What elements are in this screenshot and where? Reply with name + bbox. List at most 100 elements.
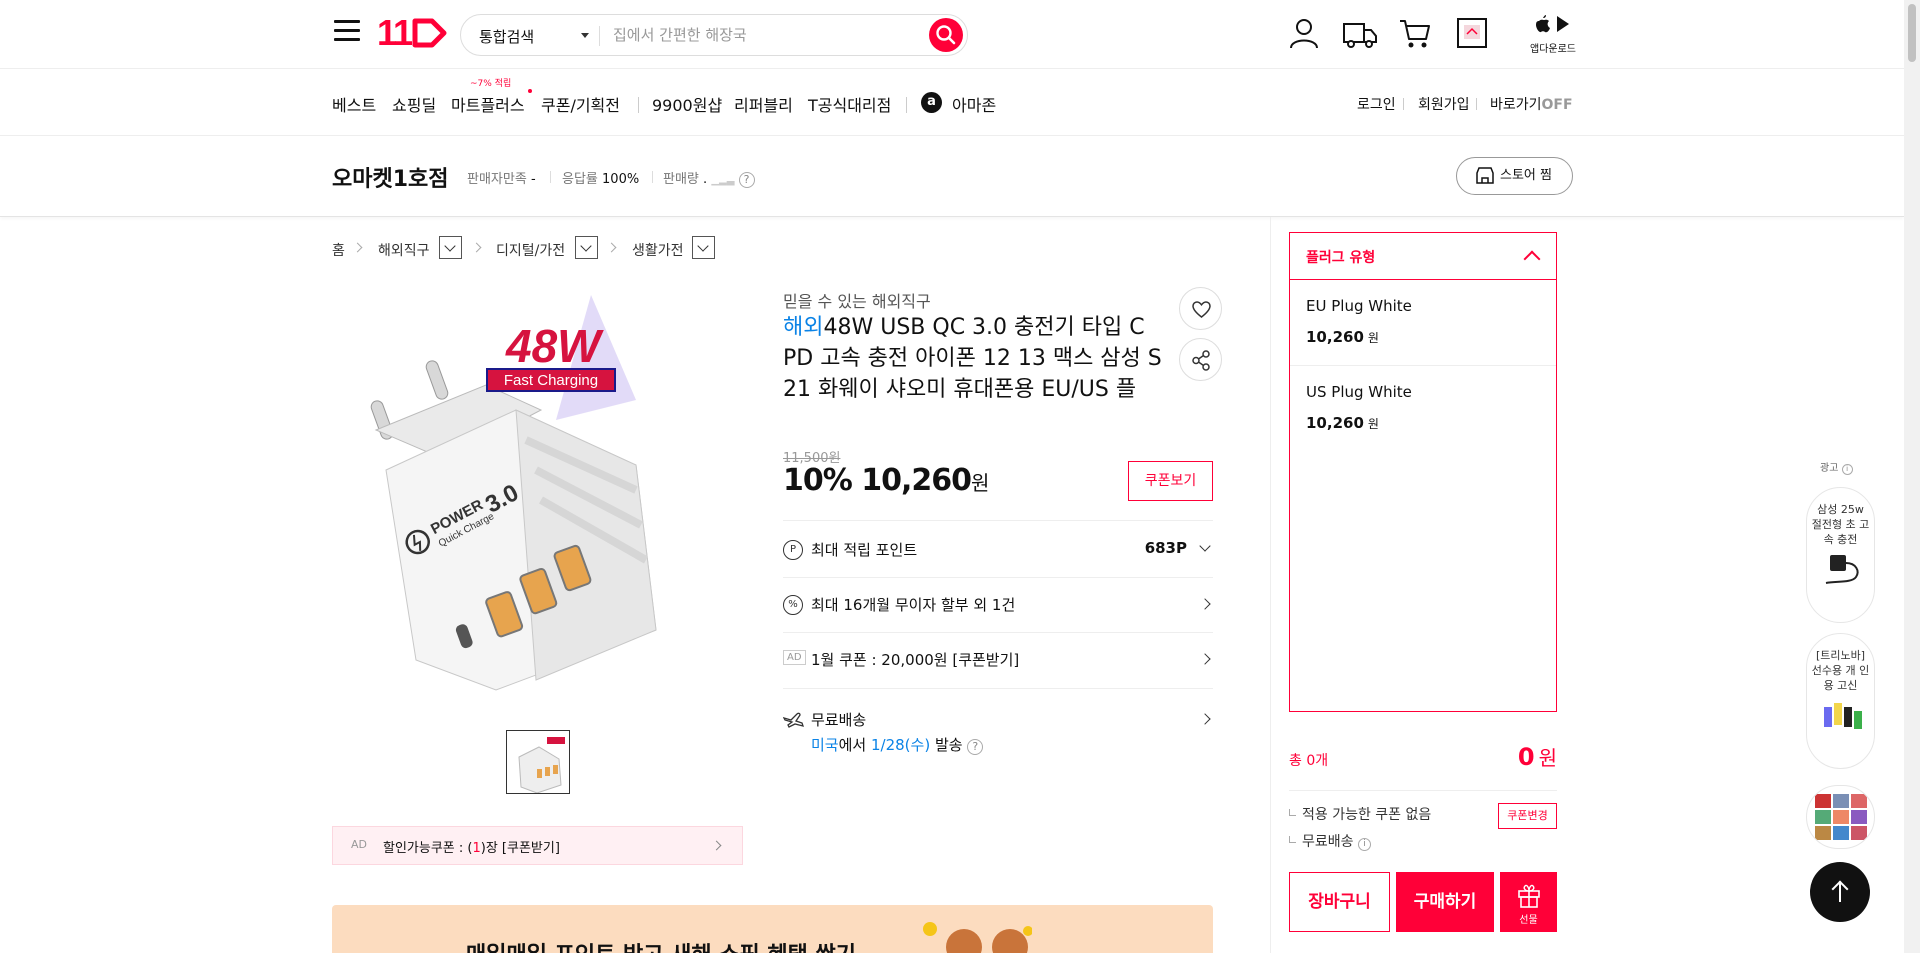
nav-amazon[interactable]: 아마존 <box>952 92 996 116</box>
option-price: 10,260 원 <box>1306 328 1379 346</box>
search-input[interactable] <box>613 23 903 47</box>
product-grid-thumbnail <box>1815 794 1867 840</box>
seller-bar: 오마켓1호점 판매자만족 - 응답률 100% 판매량 . ▁▂▃ ? 스토어 … <box>0 137 1904 217</box>
option-item[interactable]: US Plug White 10,260 원 <box>1290 366 1556 452</box>
view-coupon-button[interactable]: 쿠폰보기 <box>1128 461 1213 501</box>
store-favorite-button[interactable]: 스토어 찜 <box>1456 157 1573 195</box>
product-title: 해외48W USB QC 3.0 충전기 타입 C PD 고속 충전 아이폰 1… <box>783 312 1163 405</box>
scroll-to-top-button[interactable] <box>1810 862 1870 922</box>
nav-9900-shop[interactable]: 9900원샵 <box>652 92 722 116</box>
breadcrumb-dropdown[interactable] <box>692 236 715 259</box>
chevron-right-icon <box>1199 653 1211 665</box>
chevron-down-icon[interactable] <box>581 33 589 38</box>
store-icon <box>1476 167 1494 184</box>
breadcrumb-dropdown[interactable] <box>439 236 462 259</box>
nav-mart-plus[interactable]: 마트플러스 <box>451 92 525 116</box>
chevron-right-icon <box>1199 598 1211 610</box>
option-select-box: 플러그 유형 EU Plug White 10,260 원 US Plug Whi… <box>1289 232 1557 712</box>
shortcut-toggle[interactable]: 바로가기OFF <box>1490 94 1573 114</box>
nav-shopping-deal[interactable]: 쇼핑딜 <box>392 92 436 116</box>
option-header-label: 플러그 유형 <box>1306 250 1376 266</box>
recent-viewed-icon[interactable] <box>1455 16 1489 50</box>
side-ad-item[interactable]: 삼성 25w 절전형 초 고속 충전 <box>1806 487 1875 623</box>
order-shipping-label: 무료배송 <box>1302 834 1354 850</box>
nav-t-official-store[interactable]: T공식대리점 <box>808 92 891 116</box>
coupon-change-button[interactable]: 쿠폰변경 <box>1498 803 1557 829</box>
sales-bars-icon: ▁▂▃ <box>711 175 735 186</box>
nav-coupon-event[interactable]: 쿠폰/기획전 <box>541 92 620 116</box>
new-dot <box>528 89 532 93</box>
seller-sales-volume: 판매량 . ▁▂▃ ? <box>663 168 755 188</box>
monthly-coupon-text: 1월 쿠폰 : 20,000원 [쿠폰받기] <box>811 651 1020 669</box>
discount-rate: 10% <box>783 463 853 498</box>
breadcrumb-home[interactable]: 홈 <box>332 240 345 260</box>
product-thumbnail[interactable] <box>506 730 570 794</box>
site-logo[interactable]: 11 <box>377 15 448 51</box>
point-icon: P <box>783 540 803 560</box>
badge-48w: 48W <box>505 320 604 372</box>
total-unit: 원 <box>1538 746 1557 770</box>
search-category-select[interactable]: 통합검색 <box>479 26 534 47</box>
app-download[interactable]: 앱다운로드 <box>1530 14 1576 55</box>
page-scrollbar[interactable] <box>1904 0 1920 953</box>
scrollbar-thumb[interactable] <box>1908 4 1916 62</box>
price-value: 10,260 <box>861 463 972 498</box>
shipping-row[interactable]: 무료배송 <box>783 709 1213 731</box>
gift-button[interactable]: 선물 <box>1500 872 1557 932</box>
share-icon <box>1192 350 1210 371</box>
seller-name[interactable]: 오마켓1호점 <box>332 161 449 193</box>
promo-banner[interactable]: 매일매일 포인트 받고 새해 쇼핑 혜택 쌓기 <box>332 905 1213 953</box>
hamburger-menu-icon[interactable] <box>334 20 360 46</box>
amazon-logo-icon[interactable]: a <box>921 92 942 113</box>
share-button[interactable] <box>1179 338 1222 381</box>
divider <box>783 688 1213 689</box>
breadcrumb-dropdown[interactable] <box>575 236 598 259</box>
side-ad-text: 삼성 25w 절전형 초 고속 충전 <box>1811 503 1870 546</box>
installment-row[interactable]: % 최대 16개월 무이자 할부 외 1건 <box>783 594 1213 616</box>
breadcrumb-appliance[interactable]: 생활가전 <box>632 240 684 260</box>
option-price-value: 10,260 <box>1306 414 1364 432</box>
option-item[interactable]: EU Plug White 10,260 원 <box>1290 280 1556 366</box>
nav-best[interactable]: 베스트 <box>332 92 376 116</box>
buy-now-button[interactable]: 구매하기 <box>1396 872 1494 932</box>
search-button[interactable] <box>929 18 963 52</box>
socks-thumbnail <box>1823 703 1862 729</box>
chevron-right-icon <box>606 242 617 253</box>
info-icon[interactable]: i <box>1357 838 1371 851</box>
thumbnail-image <box>507 731 569 793</box>
user-icon[interactable] <box>1287 16 1321 50</box>
side-ad-item[interactable]: [트리노바] 선수용 개 인용 고신 <box>1806 633 1875 769</box>
wishlist-button[interactable] <box>1179 287 1222 330</box>
help-icon[interactable]: ? <box>738 172 755 188</box>
login-link[interactable]: 로그인 <box>1357 94 1396 114</box>
divider <box>638 97 639 113</box>
info-icon[interactable]: i <box>1841 464 1853 475</box>
product-image[interactable]: POWER Quick Charge 3.0 48W Fast Charging <box>336 290 744 700</box>
option-name: EU Plug White <box>1306 297 1412 315</box>
monthly-coupon-row[interactable]: AD 1월 쿠폰 : 20,000원 [쿠폰받기] <box>783 649 1213 671</box>
help-icon[interactable]: ? <box>967 739 984 755</box>
join-link[interactable]: 회원가입 <box>1418 94 1470 114</box>
max-points-row[interactable]: P 최대 적립 포인트 683P <box>783 539 1213 561</box>
option-header[interactable]: 플러그 유형 <box>1290 233 1556 280</box>
option-price-unit: 원 <box>1367 331 1379 345</box>
option-price: 10,260 원 <box>1306 414 1379 432</box>
breadcrumb-overseas[interactable]: 해외직구 <box>378 240 430 260</box>
product-title-text: 48W USB QC 3.0 충전기 타입 C PD 고속 충전 아이폰 12 … <box>783 315 1162 402</box>
breadcrumb-digital[interactable]: 디지털/가전 <box>496 240 565 260</box>
sales-label: 판매량 <box>663 172 699 187</box>
discount-coupon-bar[interactable]: AD 할인가능쿠폰 : (1)장 [쿠폰받기] <box>332 826 743 865</box>
airplane-icon <box>783 712 804 728</box>
ship-date: 1/28(수) <box>870 736 931 754</box>
add-to-cart-button[interactable]: 장바구니 <box>1289 872 1390 932</box>
search-icon <box>936 25 956 45</box>
side-ad-item[interactable] <box>1806 785 1875 849</box>
divider <box>652 171 653 183</box>
cart-icon[interactable] <box>1398 16 1432 50</box>
ad-label-text: 광고 <box>1820 463 1839 474</box>
order-total-amount: 0원 <box>1518 742 1557 771</box>
chevron-right-icon <box>352 242 363 253</box>
delivery-truck-icon[interactable] <box>1342 16 1378 50</box>
satisfaction-value: - <box>530 172 536 187</box>
nav-refurbly[interactable]: 리퍼블리 <box>734 92 793 116</box>
